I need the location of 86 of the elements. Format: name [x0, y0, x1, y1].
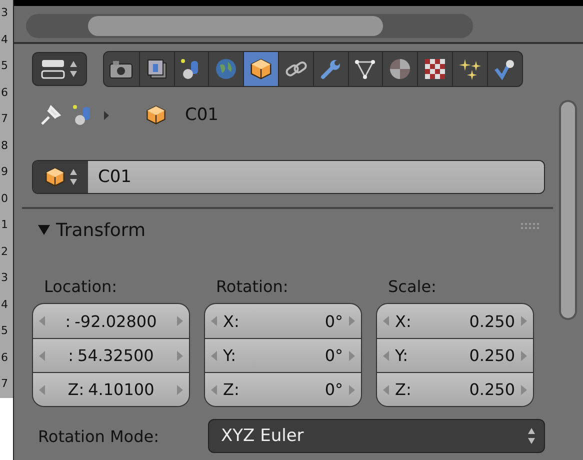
- cube-icon: [44, 166, 66, 188]
- properties-tab[interactable]: [452, 52, 487, 86]
- left-arrow-icon: [39, 316, 45, 326]
- line-number: 4: [0, 296, 9, 312]
- properties-tab[interactable]: [382, 52, 418, 86]
- checkerboard-icon: [424, 58, 446, 80]
- rotation-mode-dropdown[interactable]: XYZ Euler: [208, 419, 545, 453]
- column-label: Location:: [43, 277, 118, 298]
- line-number: 0: [0, 190, 9, 206]
- left-arrow-icon: [383, 350, 389, 360]
- scrollbar-thumb[interactable]: [88, 16, 383, 36]
- column-label: Rotation:: [215, 277, 290, 298]
- globe-icon: [215, 58, 238, 80]
- up-down-arrows-icon: [68, 168, 78, 186]
- number-field[interactable]: Y: 0°: [205, 338, 361, 372]
- object-name: C01: [185, 105, 219, 125]
- pin-icon[interactable]: [40, 104, 62, 126]
- triangle-icon: [354, 58, 376, 80]
- number-field[interactable]: X: 0.250: [377, 304, 533, 338]
- camera-icon: [109, 59, 134, 79]
- number-field[interactable]: : -92.02800: [33, 304, 189, 338]
- line-number: 2: [0, 244, 9, 260]
- properties-tab[interactable]: [348, 52, 382, 86]
- wrench-icon: [320, 58, 342, 80]
- line-number: 8: [0, 138, 9, 154]
- panel-header[interactable]: Transform: [32, 215, 146, 245]
- scrollbar-track[interactable]: [26, 14, 473, 38]
- number-field[interactable]: Z: 0.250: [377, 372, 533, 406]
- number-field[interactable]: : 54.32500: [33, 338, 189, 372]
- up-down-arrows-icon: [69, 60, 78, 78]
- left-arrow-icon: [211, 384, 217, 394]
- drag-handle-icon[interactable]: [521, 223, 539, 231]
- cube-icon: [249, 57, 274, 81]
- checkmark-icon: [494, 58, 516, 80]
- right-arrow-icon: [521, 350, 527, 360]
- right-arrow-icon: [521, 316, 527, 326]
- properties-tab[interactable]: [312, 52, 348, 86]
- layout-icon: [41, 59, 65, 79]
- sparkle-icon: [458, 58, 482, 80]
- line-number: 7: [0, 376, 9, 392]
- right-arrow-icon: [349, 316, 355, 326]
- right-arrow-icon: [177, 350, 183, 360]
- number-field[interactable]: Z: 4.10100: [33, 372, 189, 406]
- view-toggle-button[interactable]: [32, 52, 87, 86]
- cube-icon: [145, 104, 167, 126]
- number-field[interactable]: Y: 0.250: [377, 338, 533, 372]
- name-field[interactable]: C01: [32, 160, 545, 194]
- properties-tab[interactable]: [138, 52, 174, 86]
- properties-tab[interactable]: [243, 52, 278, 86]
- object-selector-button[interactable]: [33, 161, 88, 193]
- right-arrow-icon: [349, 384, 355, 394]
- line-number: 9: [0, 164, 9, 180]
- right-arrow-icon: [349, 350, 355, 360]
- up-down-arrows-icon: [527, 427, 536, 445]
- left-arrow-icon: [383, 316, 389, 326]
- down-triangle-icon: [38, 224, 50, 236]
- properties-tab[interactable]: [278, 52, 313, 86]
- left-arrow-icon: [211, 350, 217, 360]
- number-field[interactable]: X: 0°: [205, 304, 361, 338]
- line-number: 3: [0, 5, 9, 21]
- line-number: 1: [0, 217, 9, 233]
- column-label: Scale:: [387, 277, 438, 298]
- properties-tab[interactable]: [104, 52, 139, 86]
- properties-tab[interactable]: [174, 52, 208, 86]
- layers-icon: [146, 58, 168, 80]
- properties-tab[interactable]: [417, 52, 452, 86]
- line-number: 5: [0, 323, 9, 339]
- right-arrow-icon: [177, 316, 183, 326]
- number-field[interactable]: Z: 0°: [205, 372, 361, 406]
- line-number: 5: [0, 58, 9, 74]
- sphere-icon: [389, 58, 412, 80]
- properties-tab[interactable]: [486, 52, 522, 86]
- line-number: 3: [0, 270, 9, 286]
- left-arrow-icon: [39, 384, 45, 394]
- line-number: 6: [0, 350, 9, 366]
- right-arrow-icon: [177, 384, 183, 394]
- right-arrow-icon: [521, 384, 527, 394]
- left-arrow-icon: [211, 316, 217, 326]
- field-label: Rotation Mode:: [38, 426, 160, 446]
- left-arrow-icon: [39, 350, 45, 360]
- left-arrow-icon: [383, 384, 389, 394]
- line-number: 7: [0, 111, 9, 127]
- line-number: 4: [0, 32, 9, 48]
- line-number: 6: [0, 84, 9, 100]
- scrollbar-thumb[interactable]: [559, 100, 577, 320]
- caret-icon: [104, 110, 109, 120]
